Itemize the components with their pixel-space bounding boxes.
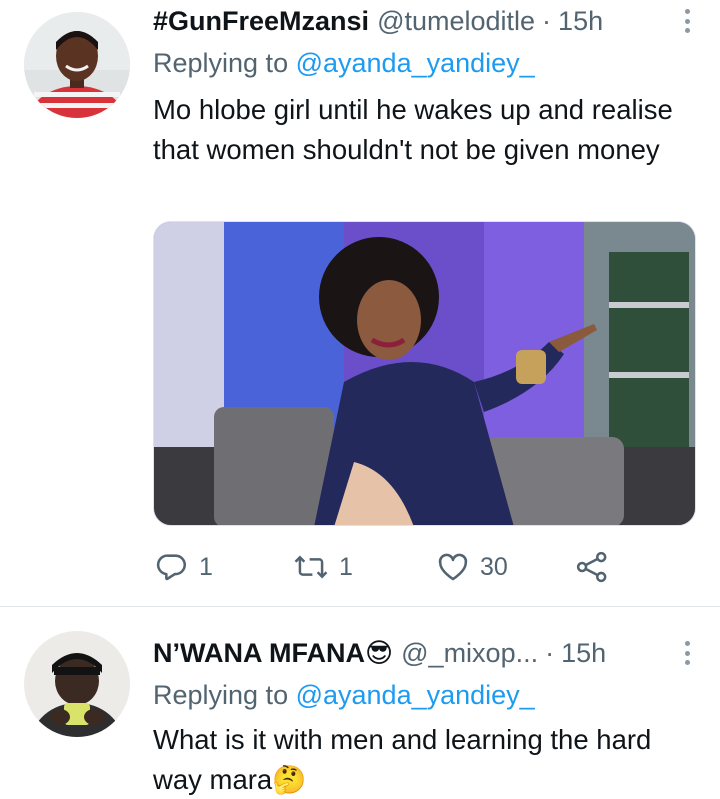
user-handle[interactable]: @_mixop... xyxy=(401,638,538,669)
like-button[interactable]: 30 xyxy=(436,546,508,588)
share-button[interactable] xyxy=(575,546,609,588)
display-name[interactable]: N’WANA MFANA😎 xyxy=(153,638,393,669)
replying-to: Replying to @ayanda_yandiey_ xyxy=(153,48,535,79)
heart-icon xyxy=(436,550,470,584)
tweet-header: #GunFreeMzansi @tumeloditle · 15h xyxy=(153,1,700,41)
retweet-arrows-icon xyxy=(293,550,329,584)
timestamp[interactable]: 15h xyxy=(558,6,603,37)
tweet-text: What is it with men and learning the har… xyxy=(153,724,652,795)
reply-button[interactable]: 1 xyxy=(155,546,213,588)
reply-bubble-icon xyxy=(155,550,189,584)
retweet-button[interactable]: 1 xyxy=(293,546,353,588)
avatar[interactable] xyxy=(24,12,130,118)
like-count: 30 xyxy=(480,552,508,581)
user-handle[interactable]: @tumeloditle xyxy=(377,6,535,37)
display-name[interactable]: #GunFreeMzansi xyxy=(153,6,369,37)
replying-label: Replying to xyxy=(153,680,296,710)
share-nodes-icon xyxy=(575,550,609,584)
tweet-actions: 1 1 30 xyxy=(155,546,655,588)
tweet-header: N’WANA MFANA😎 @_mixop... · 15h xyxy=(153,633,700,673)
tweet-text: Mo hlobe girl until he wakes up and real… xyxy=(153,94,673,165)
replying-mention-link[interactable]: @ayanda_yandiey_ xyxy=(296,48,535,78)
more-dots-icon[interactable] xyxy=(674,639,700,667)
more-dots-icon[interactable] xyxy=(674,7,700,35)
tweet[interactable]: #GunFreeMzansi @tumeloditle · 15h Replyi… xyxy=(0,0,720,606)
tweet-media-photo[interactable] xyxy=(153,221,696,526)
avatar[interactable] xyxy=(24,631,130,737)
timestamp[interactable]: 15h xyxy=(561,638,606,669)
reply-count: 1 xyxy=(199,552,213,581)
retweet-count: 1 xyxy=(339,552,353,581)
separator-dot: · xyxy=(545,637,555,668)
separator-dot: · xyxy=(542,5,552,36)
replying-to: Replying to @ayanda_yandiey_ xyxy=(153,680,535,711)
tweet[interactable]: N’WANA MFANA😎 @_mixop... · 15h Replying … xyxy=(0,606,720,799)
replying-mention-link[interactable]: @ayanda_yandiey_ xyxy=(296,680,535,710)
replying-label: Replying to xyxy=(153,48,296,78)
